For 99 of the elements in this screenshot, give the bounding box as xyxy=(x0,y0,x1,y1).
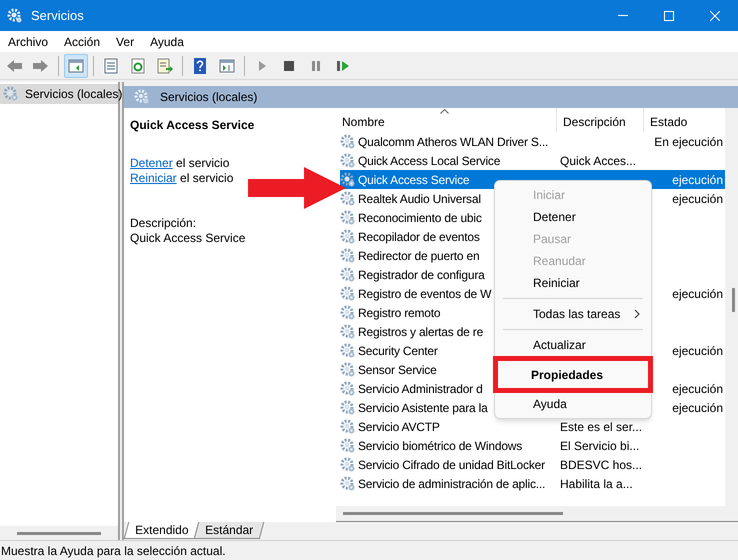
table-cell-text: Qualcomm Atheros WLAN Driver S... xyxy=(358,134,548,150)
status-text: Muestra la Ayuda para la selección actual. xyxy=(1,542,226,560)
gear-icon xyxy=(340,248,356,264)
list-window-icon xyxy=(102,56,120,74)
help-icon xyxy=(191,56,209,74)
menu-item[interactable]: Ver xyxy=(108,32,142,50)
gear-icon xyxy=(340,418,356,434)
window-pane-icon xyxy=(218,56,236,74)
gear-icon xyxy=(340,304,356,320)
gear-icon xyxy=(134,89,150,105)
window-pane-icon xyxy=(67,56,85,74)
gear-icon xyxy=(340,476,356,492)
column-header[interactable]: Estado xyxy=(643,108,723,132)
gear-icon xyxy=(340,210,356,226)
action-text: Detener el servicio xyxy=(130,155,230,169)
menu-item[interactable]: Reiniciar xyxy=(496,272,650,294)
gear-icon xyxy=(340,456,356,472)
scrollbar-thumb[interactable] xyxy=(17,532,101,534)
table-cell-text: Sensor Service xyxy=(358,362,437,378)
table-cell-text: Recopilador de eventos xyxy=(358,228,480,246)
table-row-name[interactable]: Servicio Cifrado de unidad BitLocker xyxy=(340,455,558,474)
toolbar-button[interactable] xyxy=(64,54,88,78)
table-row-name[interactable]: Servicio de administración de aplic... xyxy=(340,474,558,493)
description-text: Quick Access Service xyxy=(130,230,246,244)
table-cell-text: ejecución xyxy=(671,380,724,398)
gear-icon xyxy=(340,400,356,416)
table-row-name[interactable]: Servicio AVCTP xyxy=(340,417,558,436)
menu-item[interactable]: Archivo xyxy=(0,32,56,50)
window-title: Servicios xyxy=(31,6,84,25)
tab[interactable]: Extendido xyxy=(124,522,200,539)
menu-item[interactable]: Detener xyxy=(496,206,650,228)
table-cell-text: Servicio Cifrado de unidad BitLocker xyxy=(358,456,545,474)
scrollbar-thumb[interactable] xyxy=(732,288,735,312)
table-cell-text: El Servicio bi... xyxy=(559,438,640,454)
gear-icon xyxy=(340,362,356,378)
table-row-name[interactable]: Qualcomm Atheros WLAN Driver S... xyxy=(340,132,558,151)
gear-icon xyxy=(340,172,356,188)
tab[interactable]: Estándar xyxy=(194,522,265,539)
minimize-icon xyxy=(618,14,628,16)
table-cell-text: ejecución xyxy=(671,286,724,302)
table-cell-text: Servicio AVCTP xyxy=(358,418,440,436)
menu-item[interactable]: Acción xyxy=(56,32,108,50)
table-cell-text: Redirector de puerto en xyxy=(358,248,480,264)
gear-icon xyxy=(340,190,356,206)
table-cell-text: Realtek Audio Universal xyxy=(358,190,481,208)
table-cell: ejecución xyxy=(645,170,725,189)
sort-caret-icon xyxy=(440,109,449,114)
menu-item[interactable]: Ayuda xyxy=(142,32,192,50)
column-header[interactable]: Descripción xyxy=(556,108,643,132)
vertical-scrollbar[interactable] xyxy=(725,108,738,506)
table-cell-text: Servicio de administración de aplic... xyxy=(358,476,546,492)
gear-icon xyxy=(340,438,356,454)
gear-icon xyxy=(3,86,19,102)
chevron-right-icon xyxy=(634,309,640,319)
column-header[interactable]: Nombre xyxy=(336,108,556,132)
table-cell-text: Quick Access Service xyxy=(358,172,470,188)
pane-title: Servicios (locales) xyxy=(160,89,258,106)
table-row-name[interactable]: Quick Access Local Service xyxy=(340,151,558,170)
gear-icon xyxy=(340,342,356,358)
table-cell-text: Quick Acces... xyxy=(559,152,638,170)
table-cell-text: Servicio Asistente para la xyxy=(358,400,488,416)
table-cell-text: Registro remoto xyxy=(358,304,440,322)
table-cell-text: Quick Access Local Service xyxy=(358,152,500,170)
close-icon xyxy=(710,10,720,20)
gear-icon xyxy=(340,286,356,302)
table-cell-text: Este es el ser... xyxy=(559,418,644,436)
export-list-icon xyxy=(156,56,174,74)
table-cell-text: Reconocimiento de ubic xyxy=(358,210,482,226)
action-link[interactable]: Detener xyxy=(130,156,173,170)
table-row-name[interactable]: Servicio biométrico de Windows xyxy=(340,436,558,455)
table-cell-text: ejecución xyxy=(671,190,724,208)
table-cell-text: Registrador de configura xyxy=(358,266,485,284)
action-link[interactable]: Reiniciar xyxy=(130,171,177,185)
table-cell-text: BDESVC hos... xyxy=(559,456,644,474)
menu-item[interactable]: Propiedades xyxy=(493,356,653,393)
gear-icon xyxy=(340,228,356,244)
gear-icon xyxy=(7,8,23,24)
horizontal-scrollbar[interactable] xyxy=(336,506,738,522)
menu-item[interactable]: Ayuda xyxy=(496,393,650,415)
table-cell-text: Servicio biométrico de Windows xyxy=(358,438,522,454)
description-label: Descripción: xyxy=(130,215,198,229)
menu-item[interactable]: Todas las tareas xyxy=(496,303,650,325)
table-cell-text: ejecución xyxy=(671,400,724,416)
gear-icon xyxy=(340,324,356,340)
table-cell-text: ejecución xyxy=(671,342,724,360)
refresh-icon xyxy=(129,56,147,74)
table-cell-text: Servicio Administrador d xyxy=(358,380,483,398)
table-cell-text: Security Center xyxy=(358,342,438,360)
table-cell-text: Registros y alertas de re xyxy=(358,324,484,340)
gear-icon xyxy=(340,266,356,282)
service-title: Quick Access Service xyxy=(130,117,256,134)
table-cell-text: Habilita la a... xyxy=(559,476,634,492)
scrollbar-thumb[interactable] xyxy=(343,512,563,515)
gear-icon xyxy=(340,152,356,168)
gear-icon xyxy=(340,380,356,396)
maximize-icon xyxy=(664,10,674,20)
table-cell-text: Registro de eventos de W xyxy=(358,286,492,302)
table-cell-text: En ejecución xyxy=(653,134,724,150)
gear-icon xyxy=(340,134,356,150)
